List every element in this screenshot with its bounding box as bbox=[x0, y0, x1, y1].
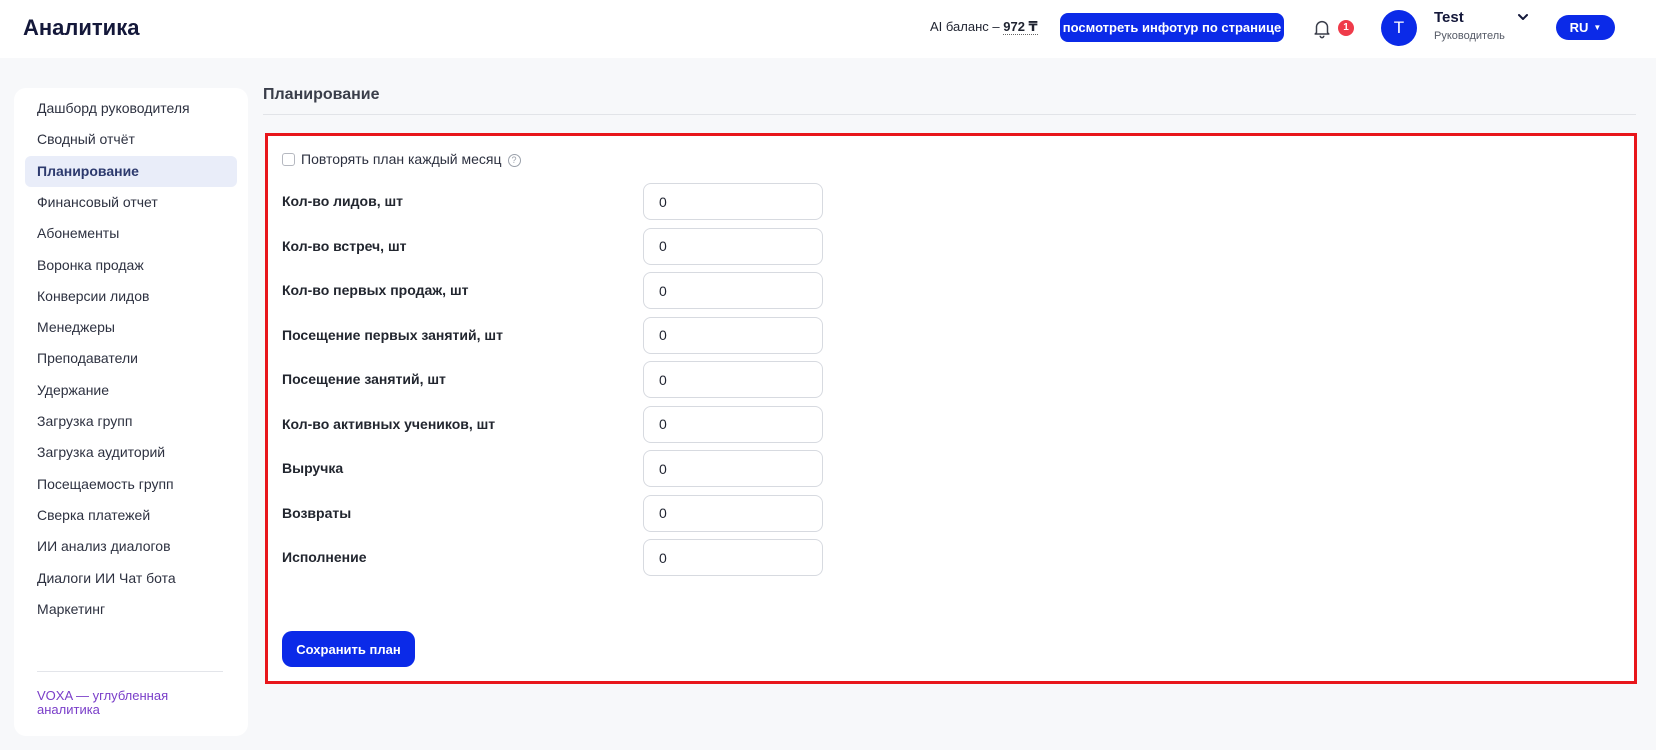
sidebar: Дашборд руководителя Сводный отчёт Планиро… bbox=[14, 88, 248, 736]
plan-field-row: Выручка bbox=[282, 450, 823, 487]
sidebar-item[interactable]: Загрузка групп bbox=[25, 406, 237, 437]
ai-balance-label: AI баланс – bbox=[930, 19, 1004, 34]
plan-field-input[interactable] bbox=[643, 272, 823, 309]
sidebar-item[interactable]: Сверка платежей bbox=[25, 500, 237, 531]
chevron-down-icon[interactable] bbox=[1516, 10, 1530, 24]
sidebar-item[interactable]: Дашборд руководителя bbox=[25, 93, 237, 124]
plan-field-input[interactable] bbox=[643, 539, 823, 576]
voxa-link[interactable]: VOXA — углубленная аналитика bbox=[37, 689, 227, 717]
plan-field-row: Исполнение bbox=[282, 539, 823, 576]
repeat-plan-label[interactable]: Повторять план каждый месяц bbox=[301, 151, 502, 167]
plan-field-label: Возвраты bbox=[282, 504, 352, 521]
sidebar-item[interactable]: Преподаватели bbox=[25, 343, 237, 374]
app-title: Аналитика bbox=[23, 15, 140, 40]
sidebar-item[interactable]: Абонементы bbox=[25, 218, 237, 249]
plan-field-input[interactable] bbox=[643, 227, 823, 265]
sidebar-item[interactable]: ИИ анализ диалогов bbox=[25, 531, 237, 562]
page-title: Планирование bbox=[263, 86, 380, 103]
sidebar-item[interactable]: Диалоги ИИ Чат бота bbox=[25, 563, 237, 594]
plan-field-label: Кол-во первых продаж, шт bbox=[282, 282, 469, 298]
save-plan-button[interactable]: Сохранить план bbox=[282, 631, 415, 667]
plan-field-input[interactable] bbox=[643, 405, 823, 443]
notification-badge: 1 bbox=[1338, 20, 1354, 36]
sidebar-divider bbox=[37, 671, 223, 672]
sidebar-item[interactable]: Удержание bbox=[25, 375, 237, 406]
sidebar-item[interactable]: Планирование bbox=[25, 155, 237, 187]
planning-form: Повторять план каждый месяц ? Кол-во лид… bbox=[265, 133, 1637, 684]
plan-field-row: Возвраты bbox=[282, 494, 823, 532]
plan-field-row: Кол-во встреч, шт bbox=[282, 227, 823, 265]
sidebar-item[interactable]: Сводный отчёт bbox=[25, 124, 237, 155]
info-tour-button[interactable]: посмотреть инфотур по странице bbox=[1060, 13, 1284, 42]
user-name[interactable]: Test bbox=[1434, 9, 1464, 26]
plan-field-input[interactable] bbox=[643, 450, 823, 487]
plan-field-row: Кол-во первых продаж, шт bbox=[282, 272, 823, 309]
repeat-plan-row: Повторять план каждый месяц ? bbox=[282, 151, 521, 167]
language-label: RU bbox=[1569, 20, 1589, 35]
plan-field-label: Кол-во активных учеников, шт bbox=[282, 415, 496, 432]
sidebar-item[interactable]: Менеджеры bbox=[25, 312, 237, 343]
caret-down-icon: ▼ bbox=[1593, 23, 1602, 32]
plan-field-label: Кол-во лидов, шт bbox=[282, 193, 404, 209]
plan-field-label: Посещение первых занятий, шт bbox=[282, 326, 503, 343]
sidebar-item[interactable]: Посещаемость групп bbox=[25, 469, 237, 500]
plan-field-input[interactable] bbox=[643, 316, 823, 354]
sidebar-item[interactable]: Маркетинг bbox=[25, 594, 237, 625]
sidebar-item[interactable]: Конверсии лидов bbox=[25, 281, 237, 312]
plan-field-label: Исполнение bbox=[282, 549, 367, 565]
plan-field-row: Посещение первых занятий, шт bbox=[282, 316, 823, 354]
sidebar-item[interactable]: Воронка продаж bbox=[25, 250, 237, 281]
plan-field-row: Кол-во лидов, шт bbox=[282, 183, 823, 220]
sidebar-item[interactable]: Финансовый отчет bbox=[25, 187, 237, 218]
avatar[interactable]: T bbox=[1381, 10, 1417, 46]
plan-field-label: Кол-во встреч, шт bbox=[282, 237, 407, 254]
bell-icon[interactable] bbox=[1311, 17, 1333, 39]
plan-field-label: Выручка bbox=[282, 460, 344, 476]
plan-field-input[interactable] bbox=[643, 494, 823, 532]
sidebar-item[interactable]: Загрузка аудиторий bbox=[25, 437, 237, 468]
ai-balance-amount[interactable]: 972 ₸ bbox=[1003, 19, 1038, 35]
plan-field-input[interactable] bbox=[643, 183, 823, 220]
plan-field-row: Кол-во активных учеников, шт bbox=[282, 405, 823, 443]
repeat-plan-checkbox[interactable] bbox=[282, 152, 295, 166]
plan-field-input[interactable] bbox=[643, 361, 823, 398]
plan-field-row: Посещение занятий, шт bbox=[282, 361, 823, 398]
user-role: Руководитель bbox=[1434, 30, 1505, 42]
help-icon[interactable]: ? bbox=[507, 153, 521, 167]
top-bar: Аналитика AI баланс – 972 ₸ посмотреть и… bbox=[0, 0, 1656, 58]
language-selector[interactable]: RU ▼ bbox=[1556, 15, 1615, 40]
ai-balance: AI баланс – 972 ₸ bbox=[930, 19, 1038, 35]
plan-field-label: Посещение занятий, шт bbox=[282, 371, 446, 387]
title-divider bbox=[263, 114, 1636, 115]
